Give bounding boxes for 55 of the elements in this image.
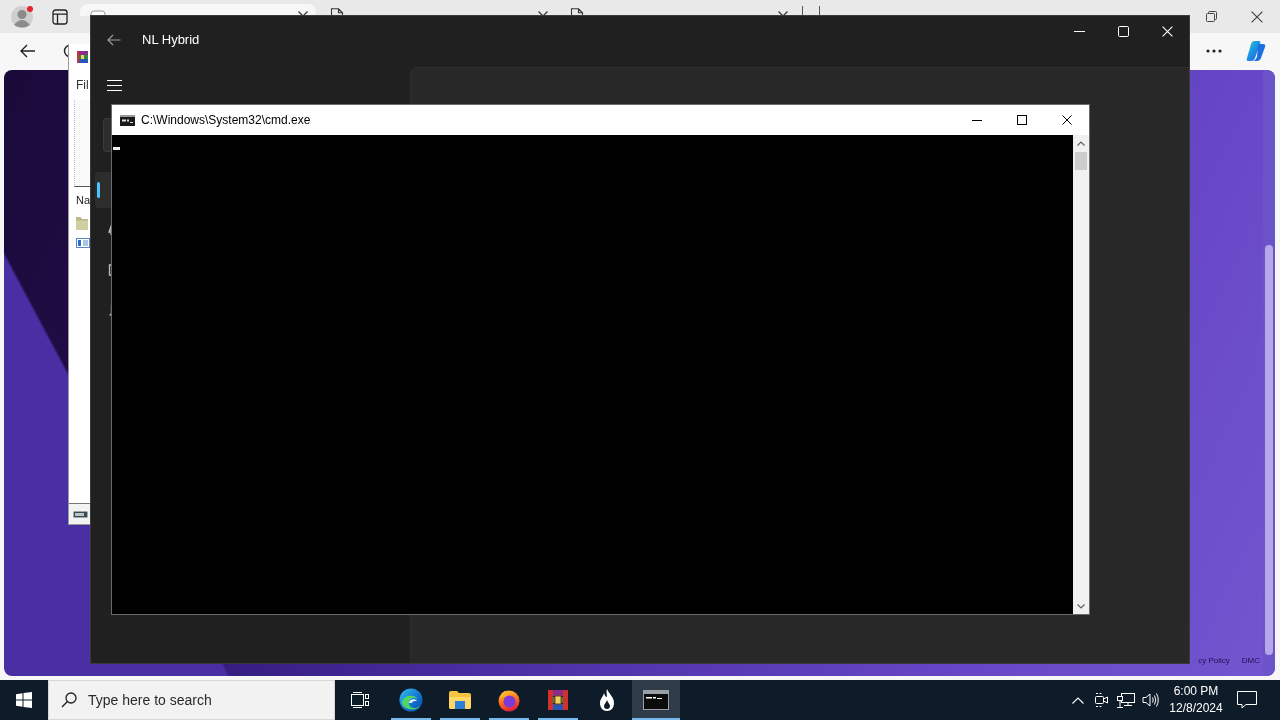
tab-actions-icon <box>52 8 68 25</box>
network-icon <box>1117 692 1135 708</box>
orb-icon <box>497 688 521 712</box>
camera-icon <box>1094 692 1110 708</box>
document-icon <box>330 8 344 16</box>
restore-icon <box>1205 11 1217 22</box>
windows-logo-icon <box>16 692 32 708</box>
cursor-icon <box>113 147 120 150</box>
books-icon <box>77 51 88 63</box>
menu-icon <box>106 79 122 91</box>
search-field[interactable]: Type here to search <box>48 680 335 720</box>
taskbar-app-button[interactable] <box>632 680 680 720</box>
folder-icon <box>448 690 472 710</box>
terminal-icon <box>643 690 669 710</box>
swirl-icon <box>399 688 423 712</box>
scrollbar-thumb[interactable] <box>1075 152 1087 170</box>
close-icon <box>1061 115 1072 125</box>
assistant-icon <box>1245 39 1267 62</box>
page-scrollbar[interactable] <box>1263 70 1275 676</box>
chevron-up-icon <box>1077 140 1085 146</box>
minimize-icon <box>971 119 982 121</box>
folder-icon <box>76 216 88 230</box>
profile-button[interactable] <box>10 4 34 29</box>
scrollbar-thumb[interactable] <box>1265 245 1273 655</box>
back-arrow-icon <box>107 34 121 46</box>
back-arrow-icon <box>20 43 36 58</box>
drive-icon <box>73 510 88 518</box>
maximize-icon <box>1117 25 1129 37</box>
site-icon <box>90 10 106 16</box>
books-icon <box>546 688 570 712</box>
window-title: C:\Windows\System32\cmd.exe <box>141 113 311 127</box>
avatar-icon <box>10 4 34 29</box>
browser-tab[interactable] <box>80 4 316 16</box>
chevron-up-icon <box>1072 696 1084 704</box>
menu-item[interactable]: Fil <box>76 78 89 92</box>
close-icon <box>1161 25 1173 37</box>
tab-actions-button[interactable] <box>52 8 68 25</box>
nav-icon <box>108 264 112 276</box>
more-icon <box>1206 48 1222 53</box>
task-view-icon <box>351 692 369 708</box>
close-icon <box>1251 10 1263 23</box>
console-icon <box>120 114 135 126</box>
flame-icon <box>597 688 617 712</box>
column-header[interactable]: Na <box>76 194 91 206</box>
document-icon <box>570 8 584 16</box>
window-title: NL Hybrid <box>142 32 200 47</box>
maximize-icon <box>1016 115 1027 125</box>
chevron-down-icon <box>1077 603 1085 609</box>
refresh-icon <box>62 42 68 59</box>
minimize-icon <box>1073 30 1085 32</box>
speech-bubble-icon <box>1237 691 1257 709</box>
search-icon <box>61 692 77 708</box>
console-scrollbar[interactable] <box>1073 135 1089 614</box>
clock[interactable]: 6:00 PM 12/8/2024 <box>1166 680 1226 720</box>
speaker-icon <box>1141 692 1159 708</box>
